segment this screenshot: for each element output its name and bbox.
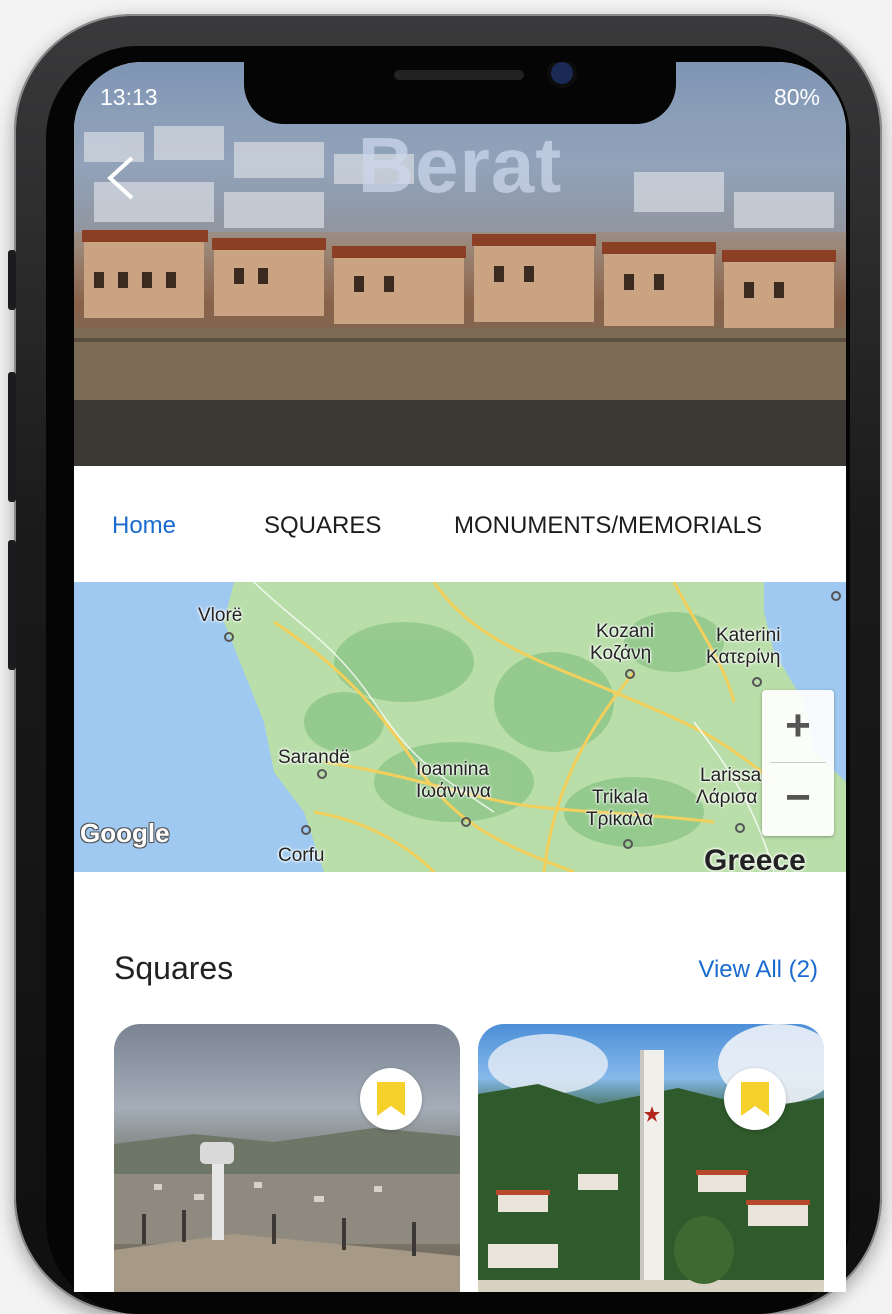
map-label-ioannina: Ioannina — [416, 759, 489, 780]
map-label-ioannina-gr: Ιωάννινα — [416, 781, 491, 802]
square-card-image — [478, 1024, 824, 1292]
tab-squares[interactable]: SQUARES — [264, 512, 381, 540]
zoom-in-button[interactable]: + — [762, 690, 834, 762]
phone-side-button — [8, 540, 16, 670]
map-label-larissa: Larissa — [700, 765, 762, 786]
back-arrow-icon[interactable] — [102, 154, 142, 202]
map-zoom-controls: + − — [762, 690, 834, 836]
status-time: 13:13 — [100, 84, 158, 110]
map-label-sarande: Sarandë — [278, 747, 350, 768]
map-label-corfu: Corfu — [278, 845, 325, 866]
bookmark-button[interactable] — [724, 1068, 786, 1130]
squares-section-title: Squares — [114, 950, 234, 986]
phone-side-button — [8, 372, 16, 502]
status-battery: 80% — [773, 84, 820, 110]
front-camera — [551, 62, 573, 84]
map-label-vlore: Vlorë — [198, 605, 243, 626]
tab-monuments-memorials[interactable]: MONUMENTS/MEMORIALS — [454, 512, 762, 540]
map-label-katerini: Katerini — [716, 625, 781, 646]
bookmark-icon — [741, 1082, 769, 1116]
square-card[interactable] — [478, 1024, 824, 1292]
view-all-squares-link[interactable]: View All (2) — [698, 956, 818, 984]
bookmark-icon — [377, 1082, 405, 1116]
map-label-greece: Greece — [704, 844, 806, 872]
tab-home[interactable]: Home — [112, 512, 176, 540]
map-label-kozani: Kozani — [596, 621, 655, 642]
map-label-trikala-gr: Τρίκαλα — [586, 809, 654, 830]
zoom-out-button[interactable]: − — [762, 762, 834, 834]
map-view[interactable]: Vlorë Kozani Κοζάνη Katerini Κατερίνη Sa… — [74, 582, 846, 872]
phone-notch — [244, 62, 676, 124]
map-label-trikala: Trikala — [592, 787, 649, 808]
bookmark-button[interactable] — [360, 1068, 422, 1130]
app-screen: Berat 13:13 80% Home SQUARES MONUMENTS/M… — [74, 62, 846, 1292]
phone-side-button — [8, 250, 16, 310]
map-label-larissa-gr: Λάρισα — [696, 787, 758, 808]
city-title: Berat — [357, 121, 563, 209]
category-tabs: Home SQUARES MONUMENTS/MEMORIALS — [74, 466, 846, 584]
square-card-image — [114, 1128, 460, 1292]
map-label-katerini-gr: Κατερίνη — [706, 647, 781, 668]
google-logo: Google — [80, 818, 170, 848]
square-card[interactable] — [114, 1024, 460, 1292]
map-label-kozani-gr: Κοζάνη — [590, 643, 652, 664]
speaker-grille — [394, 70, 524, 80]
